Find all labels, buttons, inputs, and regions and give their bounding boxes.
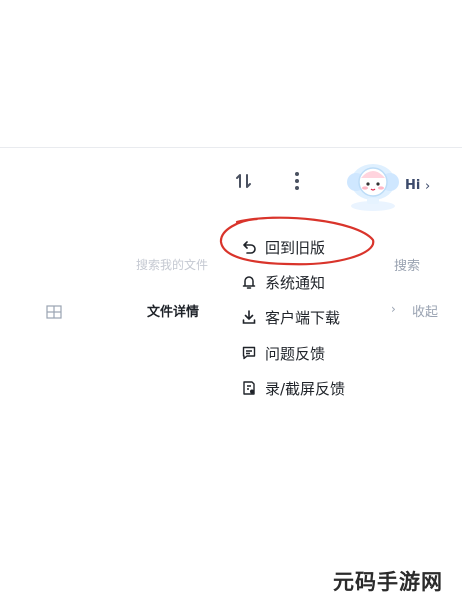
user-dropdown-menu: 回到旧版 系统通知 客户端下载 问题反馈 录/截屏反馈 (226, 224, 378, 406)
bell-icon (240, 274, 257, 291)
chevron-right-icon[interactable]: › (425, 179, 430, 194)
greeting-text[interactable]: Hi (405, 178, 420, 193)
menu-item-back-to-old-version[interactable]: 回到旧版 (240, 235, 325, 259)
menu-item-system-notifications[interactable]: 系统通知 (240, 270, 325, 294)
undo-icon (240, 239, 257, 256)
more-vertical-icon[interactable] (287, 168, 307, 194)
avatar[interactable] (342, 156, 404, 214)
menu-item-label: 录/截屏反馈 (265, 379, 346, 398)
message-icon (240, 345, 257, 362)
collapse-button[interactable]: 收起 (412, 301, 438, 320)
menu-item-label: 系统通知 (265, 273, 326, 292)
header-divider (0, 147, 462, 148)
menu-item-label: 问题反馈 (265, 344, 326, 363)
sort-icon[interactable] (233, 170, 257, 192)
menu-item-feedback[interactable]: 问题反馈 (240, 341, 325, 365)
menu-item-label: 回到旧版 (265, 238, 326, 257)
watermark-text: 元码手游网 (333, 570, 443, 594)
grid-icon[interactable] (46, 304, 62, 319)
screen-record-icon (240, 380, 257, 397)
menu-item-screen-record-feedback[interactable]: 录/截屏反馈 (240, 376, 345, 400)
menu-item-label: 客户端下载 (265, 308, 341, 327)
download-icon (240, 309, 257, 326)
file-detail-title: 文件详情 (147, 305, 200, 320)
menu-item-client-download[interactable]: 客户端下载 (240, 305, 340, 329)
search-button[interactable]: 搜索 (394, 255, 420, 274)
chevron-right-icon[interactable]: › (391, 302, 396, 316)
search-input-placeholder[interactable]: 搜索我的文件 (136, 256, 208, 273)
